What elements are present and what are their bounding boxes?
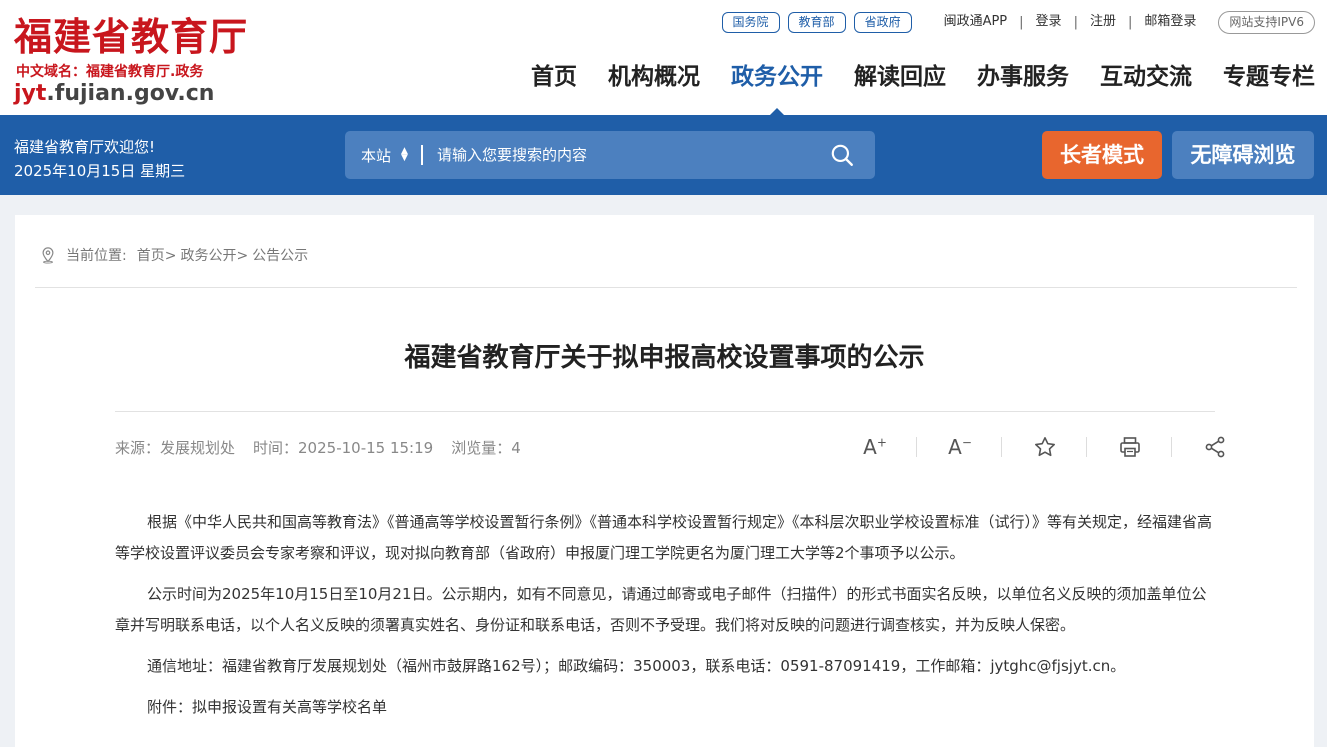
- register-link[interactable]: 注册: [1090, 12, 1116, 32]
- breadcrumb-government-affairs[interactable]: 政务公开>: [180, 245, 248, 265]
- nav-home[interactable]: 首页: [531, 60, 577, 96]
- article-paragraph: 公示时间为2025年10月15日至10月21日。公示期内，如有不同意见，请通过邮…: [115, 585, 1207, 634]
- search-scope-select[interactable]: 本站 ▲ ▼: [361, 145, 408, 166]
- link-separator: |: [1019, 14, 1024, 30]
- current-date: 2025年10月15日 星期三: [14, 162, 186, 180]
- nav-services[interactable]: 办事服务: [977, 60, 1069, 96]
- article-meta: 来源：发展规划处 时间：2025-10-15 15:19 浏览量：4: [115, 437, 539, 459]
- nav-interpretation[interactable]: 解读回应: [854, 60, 946, 96]
- font-decrease-icon[interactable]: A−: [947, 434, 973, 460]
- breadcrumb-home[interactable]: 首页>: [137, 245, 177, 265]
- nav-special-topics[interactable]: 专题专栏: [1223, 60, 1315, 96]
- search-icon[interactable]: [829, 142, 855, 168]
- search-bar: 本站 ▲ ▼: [345, 131, 875, 179]
- link-separator: |: [1073, 14, 1078, 30]
- search-band: 福建省教育厅欢迎您! 2025年10月15日 星期三 本站 ▲▼ 长者模式 无障碍…: [0, 115, 1327, 195]
- article-source: 来源：发展规划处: [115, 439, 236, 457]
- main-nav: 首页 机构概况 政务公开 解读回应 办事服务 互动交流 专题专栏: [500, 60, 1315, 116]
- article-time: 时间：2025-10-15 15:19: [253, 439, 434, 457]
- welcome-text: 福建省教育厅欢迎您! 2025年10月15日 星期三: [14, 135, 185, 183]
- tool-separator: [916, 437, 917, 457]
- tool-separator: [1001, 437, 1002, 457]
- favorite-star-icon[interactable]: [1032, 434, 1058, 460]
- login-link[interactable]: 登录: [1036, 12, 1062, 32]
- search-scope-label: 本站: [361, 146, 392, 165]
- pill-link-ministry-of-education[interactable]: 教育部: [787, 11, 846, 33]
- article-paragraph: 根据《中华人民共和国高等教育法》《普通高等学校设置暂行条例》《普通本科学校设置暂…: [115, 513, 1213, 562]
- breadcrumb-prefix: 当前位置:: [66, 248, 127, 264]
- search-divider: [420, 145, 423, 165]
- article-body: 根据《中华人民共和国高等教育法》《普通高等学校设置暂行条例》《普通本科学校设置暂…: [115, 507, 1215, 733]
- pill-link-provincial-government[interactable]: 省政府: [853, 11, 912, 33]
- share-icon[interactable]: [1202, 434, 1228, 460]
- breadcrumb: 当前位置: 首页> 政务公开> 公告公示: [39, 245, 308, 265]
- site-logo-title[interactable]: 福建省教育厅: [14, 14, 248, 60]
- pill-link-state-council[interactable]: 国务院: [721, 11, 780, 33]
- nav-interaction[interactable]: 互动交流: [1100, 60, 1192, 96]
- tool-separator: [1086, 437, 1087, 457]
- article-title: 福建省教育厅关于拟申报高校设置事项的公示: [404, 343, 925, 373]
- site-url: jyt.fujian.gov.cn: [14, 80, 214, 108]
- article-card: 当前位置: 首页> 政务公开> 公告公示 福建省教育厅关于拟申报高校设置事项的公…: [15, 215, 1314, 747]
- elder-mode-button[interactable]: 长者模式: [1042, 131, 1162, 179]
- link-separator: |: [1127, 14, 1133, 30]
- breadcrumb-announcements[interactable]: 公告公示: [252, 245, 308, 265]
- location-pin-icon: [42, 247, 54, 264]
- ipv6-badge: 网站支持IPV6: [1218, 10, 1315, 34]
- divider: [115, 411, 1215, 412]
- site-header: 福建省教育厅 中文域名：福建省教育厅.政务 jyt.fujian.gov.cn …: [0, 0, 1327, 116]
- nav-government-affairs[interactable]: 政务公开: [731, 60, 823, 116]
- article-tools: A+ A−: [832, 434, 1228, 460]
- top-links: 国务院 教育部 省政府 闽政通APP | 登录 | 注册 | 邮箱登录 网站支持…: [714, 10, 1315, 34]
- welcome-message: 福建省教育厅欢迎您!: [14, 138, 156, 156]
- attachment-link[interactable]: 附件：拟申报设置有关高等学校名单: [115, 692, 1215, 723]
- updown-arrow-icon: ▲ ▼: [401, 146, 408, 163]
- article-paragraph: 通信地址：福建省教育厅发展规划处（福州市鼓屏路162号）；邮政编码：350003…: [147, 657, 1126, 675]
- print-icon[interactable]: [1117, 434, 1143, 460]
- tool-separator: [1171, 437, 1172, 457]
- site-chinese-domain: 中文域名：福建省教育厅.政务: [16, 64, 204, 80]
- search-input[interactable]: [436, 146, 829, 164]
- divider: [35, 287, 1297, 288]
- accessible-browse-button[interactable]: 无障碍浏览: [1172, 131, 1314, 179]
- font-increase-icon[interactable]: A+: [862, 434, 888, 460]
- site-url-prefix: jyt: [14, 81, 47, 106]
- site-url-suffix: .fujian.gov.cn: [46, 81, 215, 106]
- nav-government-affairs-label: 政务公开: [731, 64, 823, 90]
- mzt-app-link[interactable]: 闽政通APP: [944, 12, 1008, 32]
- nav-organization[interactable]: 机构概况: [608, 60, 700, 96]
- mail-login-link[interactable]: 邮箱登录: [1144, 12, 1196, 32]
- article-views: 浏览量：4: [451, 439, 521, 457]
